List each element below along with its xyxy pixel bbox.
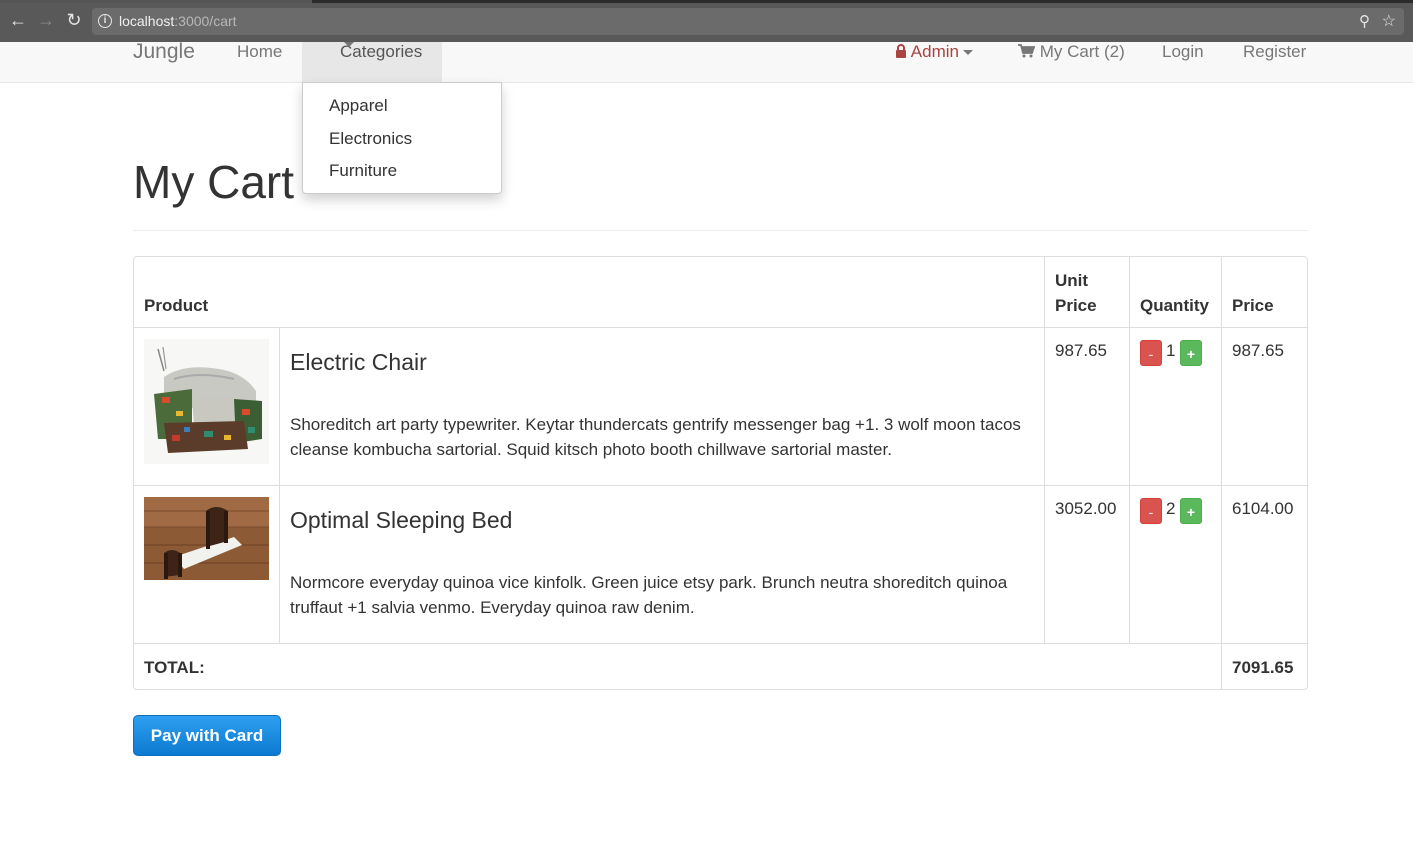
product-name[interactable]: Optimal Sleeping Bed <box>290 507 512 534</box>
column-divider <box>1044 257 1045 643</box>
info-icon[interactable]: i <box>98 14 112 28</box>
line-price: 987.65 <box>1232 341 1284 360</box>
quantity-value: 2 <box>1166 499 1176 518</box>
forward-icon[interactable]: → <box>36 10 56 30</box>
header-unit-price: Unit Price <box>1055 271 1097 315</box>
title-divider <box>133 230 1308 231</box>
nav-register[interactable]: Register <box>1243 42 1306 62</box>
nav-home[interactable]: Home <box>237 42 282 62</box>
row-divider <box>134 327 1307 328</box>
shopping-cart-icon <box>1018 44 1036 58</box>
nav-admin[interactable]: Admin <box>895 42 973 62</box>
column-divider <box>1129 257 1130 643</box>
quantity-value: 1 <box>1166 341 1176 360</box>
product-name[interactable]: Electric Chair <box>290 349 427 376</box>
increase-quantity-button[interactable]: + <box>1180 498 1202 524</box>
bookmark-star-icon[interactable]: ☆ <box>1382 11 1396 31</box>
url-text[interactable]: localhost:3000/cart <box>119 13 237 29</box>
brand-logo[interactable]: Jungle <box>133 40 195 64</box>
product-description: Shoreditch art party typewriter. Keytar … <box>290 415 1021 459</box>
address-bar[interactable]: i localhost:3000/cart ⚲ ☆ <box>92 8 1404 35</box>
nav-my-cart-label: My Cart (2) <box>1039 42 1125 61</box>
electric-chair-image[interactable] <box>144 339 269 464</box>
page-title: My Cart <box>133 156 294 208</box>
zoom-icon[interactable]: ⚲ <box>1359 12 1370 30</box>
optimal-sleeping-bed-image[interactable] <box>144 497 269 580</box>
unit-price: 987.65 <box>1055 341 1107 360</box>
header-product: Product <box>144 296 209 315</box>
pay-with-card-button[interactable]: Pay with Card <box>133 715 281 756</box>
column-divider <box>279 327 280 643</box>
line-price: 6104.00 <box>1232 499 1294 518</box>
row-divider <box>134 643 1307 644</box>
categories-dropdown: Apparel Electronics Furniture <box>302 82 502 194</box>
nav-login[interactable]: Login <box>1162 42 1204 62</box>
lock-icon <box>896 44 906 58</box>
reload-icon[interactable]: ↻ <box>64 10 84 30</box>
back-icon[interactable]: ← <box>8 10 28 30</box>
dropdown-item-furniture[interactable]: Furniture <box>329 161 397 181</box>
column-divider <box>1221 257 1222 689</box>
product-description: Normcore everyday quinoa vice kinfolk. G… <box>290 573 1008 617</box>
caret-down-icon <box>962 50 973 56</box>
total-label: TOTAL: <box>144 658 205 677</box>
cart-table: Product Unit Price Quantity Price Electr… <box>133 256 1308 690</box>
row-divider <box>134 485 1307 486</box>
nav-admin-label: Admin <box>910 42 959 61</box>
nav-categories[interactable]: Categories <box>302 42 442 83</box>
header-price: Price <box>1232 296 1274 315</box>
nav-my-cart[interactable]: My Cart (2) <box>1018 42 1125 62</box>
dropdown-item-electronics[interactable]: Electronics <box>329 129 412 149</box>
dropdown-item-apparel[interactable]: Apparel <box>329 96 388 116</box>
caret-down-icon <box>344 42 354 47</box>
site-navbar: Jungle Home Categories Admin My Cart (2)… <box>0 40 1413 83</box>
decrease-quantity-button[interactable]: - <box>1140 340 1162 366</box>
tab-strip <box>0 0 1413 3</box>
header-quantity: Quantity <box>1140 296 1209 315</box>
browser-chrome: ← → ↻ i localhost:3000/cart ⚲ ☆ <box>0 0 1413 42</box>
decrease-quantity-button[interactable]: - <box>1140 498 1162 524</box>
increase-quantity-button[interactable]: + <box>1180 340 1202 366</box>
total-value: 7091.65 <box>1232 658 1294 677</box>
unit-price: 3052.00 <box>1055 499 1117 518</box>
